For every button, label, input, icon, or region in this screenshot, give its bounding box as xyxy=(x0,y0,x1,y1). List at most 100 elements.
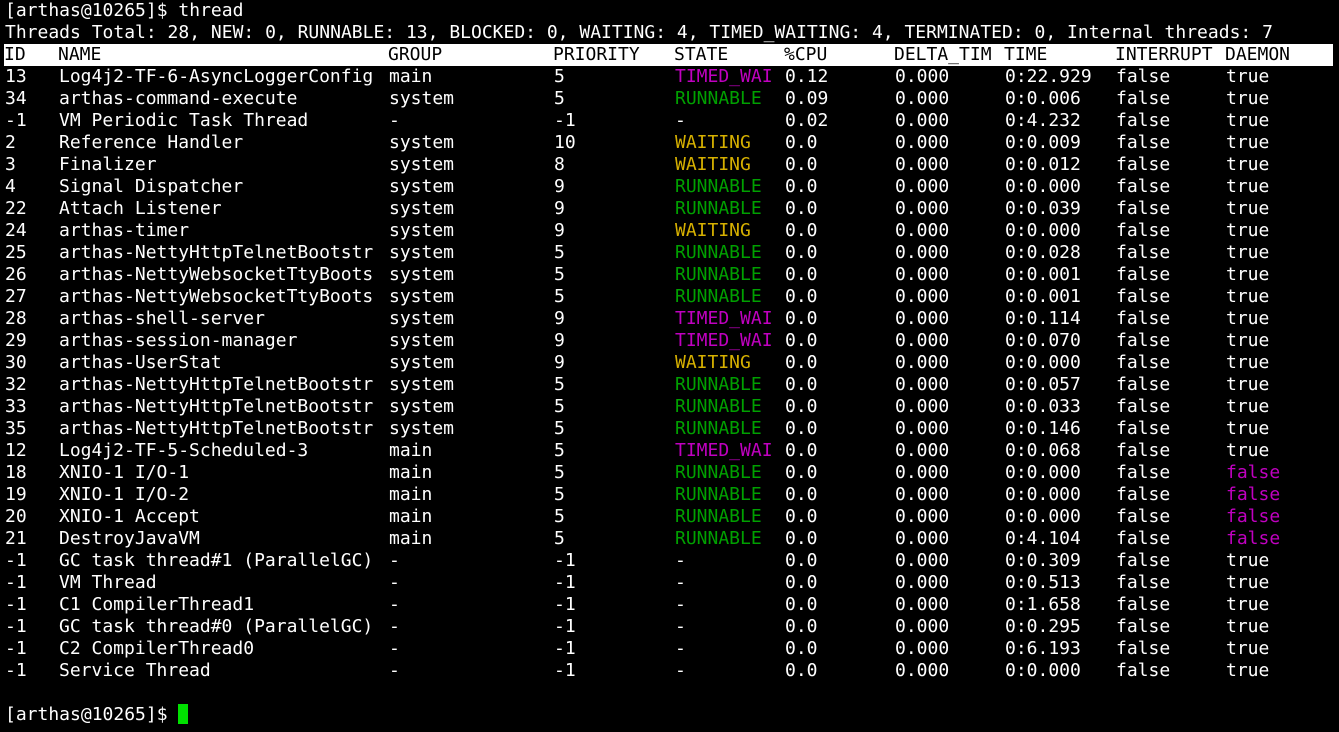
cursor-block xyxy=(178,704,189,724)
cell-time: 0:0.006 xyxy=(1005,88,1081,109)
cell-id: -1 xyxy=(5,594,27,615)
cell-priority: 9 xyxy=(554,198,565,219)
cell-priority: 5 xyxy=(554,418,565,439)
cell-state: RUNNABLE xyxy=(675,396,762,417)
cell-id: 3 xyxy=(5,154,16,175)
cell-id: 4 xyxy=(5,176,16,197)
prompt: [arthas@10265]$ xyxy=(5,704,179,725)
input-line[interactable]: [arthas@10265]$ xyxy=(5,704,1335,726)
cell-priority: -1 xyxy=(554,550,576,571)
cell-group: - xyxy=(389,572,400,593)
cell-id: -1 xyxy=(5,660,27,681)
cell-group: system xyxy=(389,176,455,197)
column-header-daemon: DAEMON xyxy=(1225,44,1291,65)
cell-id: 29 xyxy=(5,330,27,351)
cell-priority: 9 xyxy=(554,308,565,329)
cell-id: 32 xyxy=(5,374,27,395)
cell-name: Service Thread xyxy=(59,660,211,681)
cell-name: Log4j2-TF-5-Scheduled-3 xyxy=(59,440,309,461)
cell-time: 0:0.068 xyxy=(1005,440,1081,461)
cell-priority: 5 xyxy=(554,506,565,527)
cell-state: WAITING xyxy=(675,132,751,153)
cell-cpu: 0.0 xyxy=(785,660,818,681)
cell-daemon: true xyxy=(1226,88,1270,109)
cell-priority: 9 xyxy=(554,352,565,373)
cell-group: - xyxy=(389,110,400,131)
cell-group: system xyxy=(389,88,455,109)
cell-daemon: true xyxy=(1226,550,1270,571)
cell-daemon: true xyxy=(1226,286,1270,307)
column-header-cpu: %CPU xyxy=(784,44,828,65)
cell-time: 0:4.232 xyxy=(1005,110,1081,131)
cell-name: VM Thread xyxy=(59,572,157,593)
cell-daemon: false xyxy=(1226,528,1281,549)
cell-cpu: 0.0 xyxy=(785,374,818,395)
column-header-id: ID xyxy=(4,44,26,65)
cell-id: 33 xyxy=(5,396,27,417)
cell-daemon: true xyxy=(1226,440,1270,461)
cell-state: RUNNABLE xyxy=(675,462,762,483)
cell-name: arthas-NettyHttpTelnetBootstr xyxy=(59,396,374,417)
cell-id: 19 xyxy=(5,484,27,505)
column-header-priority: PRIORITY xyxy=(553,44,640,65)
cell-delta-time: 0.000 xyxy=(895,242,950,263)
table-row: 27 arthas-NettyWebsocketTtyBoots system 5 RU… xyxy=(5,286,1335,308)
cell-group: main xyxy=(389,506,433,527)
cell-cpu: 0.0 xyxy=(785,132,818,153)
cell-interrupt: false xyxy=(1116,66,1171,87)
cell-cpu: 0.0 xyxy=(785,572,818,593)
cell-daemon: true xyxy=(1226,374,1270,395)
cell-interrupt: false xyxy=(1116,264,1171,285)
terminal-window[interactable]: [arthas@10265]$ thread Threads Total: 28… xyxy=(4,0,1335,726)
cell-group: main xyxy=(389,440,433,461)
table-row: -1 C1 CompilerThread1 - -1 - 0.0 0.000 0:1.658 f… xyxy=(5,594,1335,616)
cell-delta-time: 0.000 xyxy=(895,176,950,197)
cell-state: TIMED_WAI xyxy=(675,308,773,329)
cell-daemon: true xyxy=(1226,308,1270,329)
cell-delta-time: 0.000 xyxy=(895,154,950,175)
cell-group: system xyxy=(389,242,455,263)
cell-cpu: 0.0 xyxy=(785,418,818,439)
cell-name: Finalizer xyxy=(59,154,157,175)
cell-group: system xyxy=(389,308,455,329)
cell-state: RUNNABLE xyxy=(675,506,762,527)
cell-daemon: true xyxy=(1226,396,1270,417)
cell-time: 0:4.104 xyxy=(1005,528,1081,549)
cell-group: system xyxy=(389,132,455,153)
cell-state: - xyxy=(675,638,686,659)
cell-interrupt: false xyxy=(1116,330,1171,351)
table-row: 33 arthas-NettyHttpTelnetBootstr system 5 RU… xyxy=(5,396,1335,418)
column-header-state: STATE xyxy=(674,44,729,65)
table-row: 3 Finalizer system 8 WAITING 0.0 0.000 0:0.012 f… xyxy=(5,154,1335,176)
cell-name: arthas-NettyHttpTelnetBootstr xyxy=(59,242,374,263)
cell-priority: 8 xyxy=(554,154,565,175)
cell-daemon: true xyxy=(1226,594,1270,615)
cell-id: 25 xyxy=(5,242,27,263)
table-row: 12 Log4j2-TF-5-Scheduled-3 main 5 TIMED_WAI 0… xyxy=(5,440,1335,462)
cell-name: XNIO-1 Accept xyxy=(59,506,200,527)
cell-id: 22 xyxy=(5,198,27,219)
cell-interrupt: false xyxy=(1116,616,1171,637)
cell-id: -1 xyxy=(5,638,27,659)
table-row: 32 arthas-NettyHttpTelnetBootstr system 5 RU… xyxy=(5,374,1335,396)
cell-time: 0:0.009 xyxy=(1005,132,1081,153)
cell-name: Log4j2-TF-6-AsyncLoggerConfig xyxy=(59,66,374,87)
cell-daemon: true xyxy=(1226,330,1270,351)
cell-id: 26 xyxy=(5,264,27,285)
table-row: -1 VM Periodic Task Thread - -1 - 0.02 0.000 0:… xyxy=(5,110,1335,132)
cell-state: RUNNABLE xyxy=(675,374,762,395)
cell-cpu: 0.0 xyxy=(785,154,818,175)
cell-cpu: 0.0 xyxy=(785,396,818,417)
table-row: 29 arthas-session-manager system 9 TIMED_WAI… xyxy=(5,330,1335,352)
cell-daemon: true xyxy=(1226,418,1270,439)
cell-name: Reference Handler xyxy=(59,132,244,153)
cell-priority: 10 xyxy=(554,132,576,153)
cell-delta-time: 0.000 xyxy=(895,594,950,615)
cell-group: system xyxy=(389,154,455,175)
cell-time: 0:0.000 xyxy=(1005,506,1081,527)
table-row: 35 arthas-NettyHttpTelnetBootstr system 5 RU… xyxy=(5,418,1335,440)
cell-delta-time: 0.000 xyxy=(895,660,950,681)
cell-group: system xyxy=(389,374,455,395)
cell-daemon: true xyxy=(1226,132,1270,153)
cell-id: 34 xyxy=(5,88,27,109)
